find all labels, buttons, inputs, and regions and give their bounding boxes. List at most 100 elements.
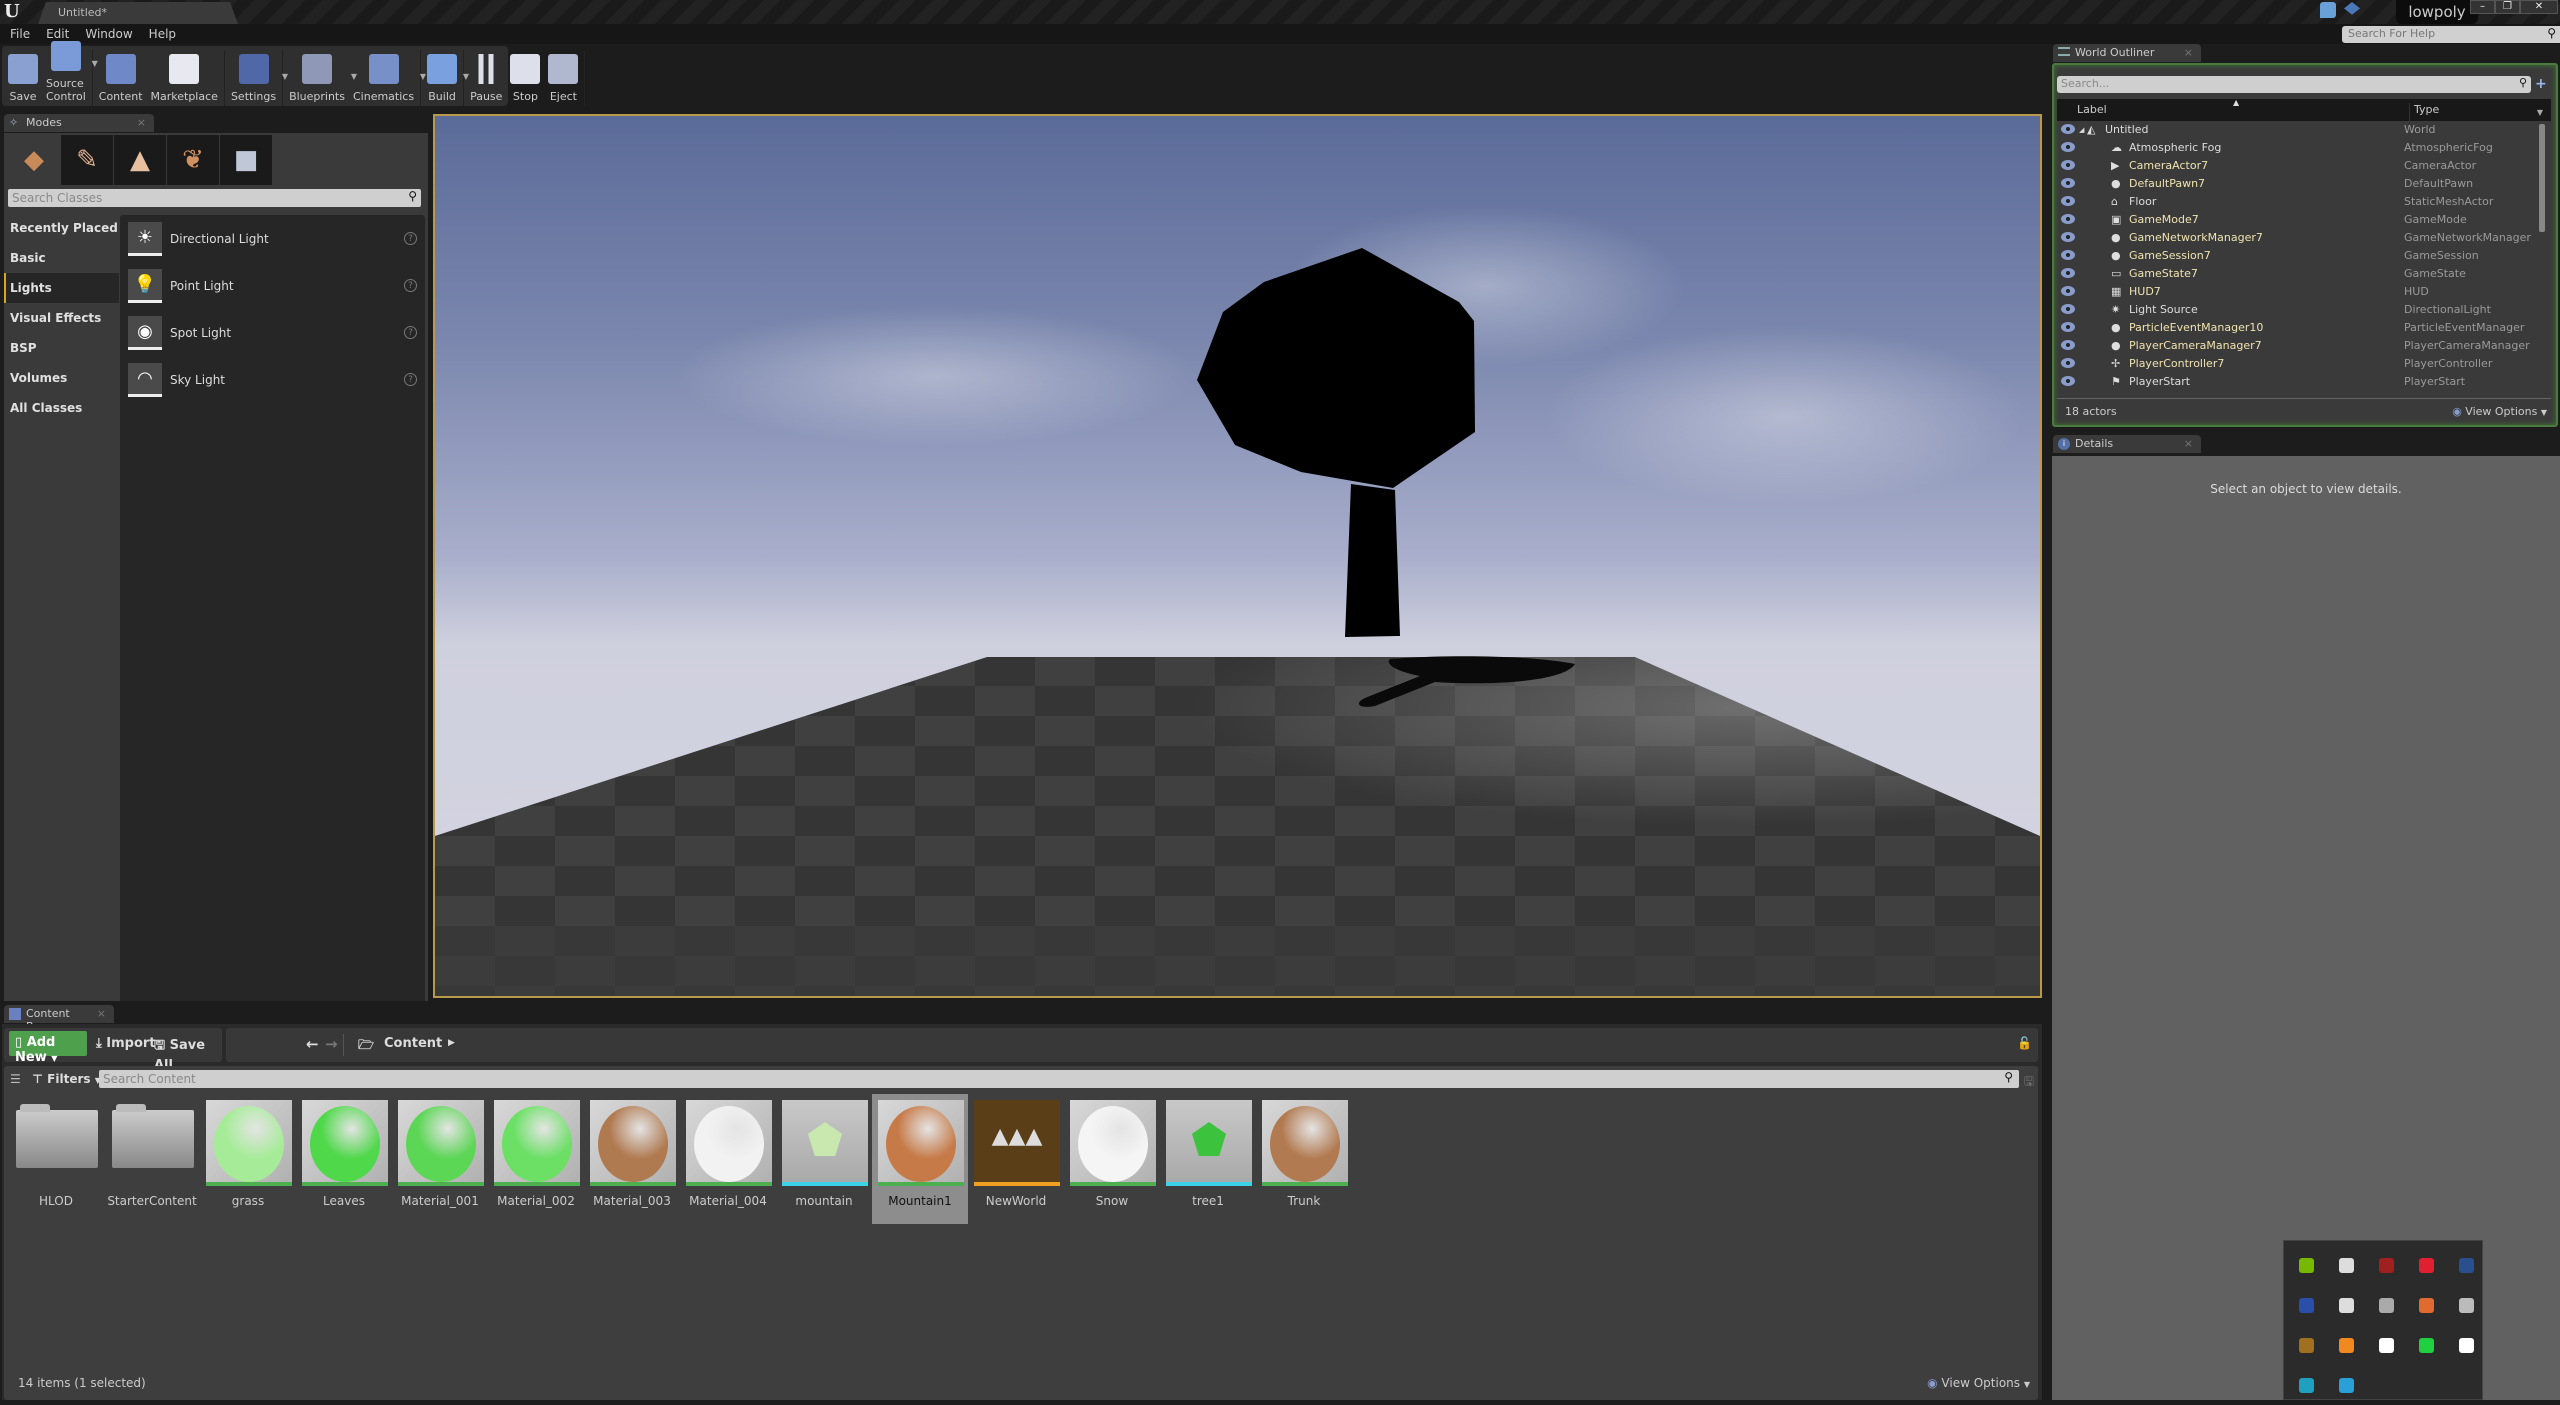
document-tab[interactable]: Untitled* [38, 2, 238, 24]
outliner-row[interactable]: ☁ Atmospheric Fog AtmosphericFog [2057, 139, 2547, 157]
category-lights[interactable]: Lights [4, 273, 119, 303]
tutorial-cap-icon[interactable] [2344, 2, 2360, 15]
help-icon[interactable]: ? [404, 373, 417, 386]
gear-alert-tray-button[interactable] [2446, 1325, 2486, 1365]
class-item[interactable]: 💡 Point Light? [120, 262, 425, 309]
visibility-eye-icon[interactable] [2061, 322, 2075, 332]
asset-tile[interactable]: Material_003 [584, 1094, 680, 1224]
epic-games-tray-button[interactable] [2446, 1285, 2486, 1325]
visibility-eye-icon[interactable] [2061, 124, 2075, 134]
close-icon[interactable]: × [97, 1007, 106, 1020]
content-search-input[interactable]: Search Content ⚲ [99, 1070, 2019, 1088]
category-volumes[interactable]: Volumes [4, 363, 119, 393]
visibility-eye-icon[interactable] [2061, 232, 2075, 242]
asset-tile[interactable]: Material_004 [680, 1094, 776, 1224]
column-label[interactable]: Label [2077, 103, 2107, 116]
marketplace-button[interactable]: Marketplace [147, 54, 222, 106]
visibility-eye-icon[interactable] [2061, 268, 2075, 278]
category-visual-effects[interactable]: Visual Effects [4, 303, 119, 333]
class-item[interactable]: ◉ Spot Light? [120, 309, 425, 356]
visibility-eye-icon[interactable] [2061, 286, 2075, 296]
feedback-chat-icon[interactable] [2320, 2, 2336, 18]
visibility-eye-icon[interactable] [2061, 214, 2075, 224]
settings-button[interactable]: Settings ▼ [227, 54, 288, 106]
outliner-row[interactable]: ● GameNetworkManager7 GameNetworkManager [2057, 229, 2547, 247]
asset-tile[interactable]: tree1 [1160, 1094, 1256, 1224]
path-chevron-icon[interactable]: ▶ [448, 1038, 455, 1048]
back-arrow-icon[interactable]: ← [306, 1035, 319, 1053]
visibility-eye-icon[interactable] [2061, 376, 2075, 386]
world-outliner-tab[interactable]: World Outliner × [2053, 44, 2201, 62]
save-button[interactable]: Save [4, 54, 42, 106]
sublime-tray-button[interactable] [2326, 1325, 2366, 1365]
outliner-row[interactable]: ⚑ PlayerStart PlayerStart [2057, 373, 2547, 391]
stop-button[interactable]: Stop [506, 54, 544, 106]
help-search-input[interactable]: Search For Help ⚲ [2342, 26, 2560, 43]
class-search-input[interactable]: Search Classes ⚲ [8, 189, 421, 207]
add-new-button[interactable]: ▯ Add New ▼ [9, 1031, 87, 1065]
nvidia-tray-button[interactable] [2286, 1245, 2326, 1285]
modes-tab[interactable]: ✧ Modes × [4, 114, 154, 132]
details-tab[interactable]: i Details × [2053, 435, 2201, 453]
category-basic[interactable]: Basic [4, 243, 119, 273]
asset-tile[interactable]: Material_001 [392, 1094, 488, 1224]
asset-tile[interactable]: grass [200, 1094, 296, 1224]
help-icon[interactable]: ? [404, 232, 417, 245]
visibility-eye-icon[interactable] [2061, 250, 2075, 260]
foliage-mode-tab[interactable]: ❦ [167, 135, 219, 185]
asset-tile[interactable]: Trunk [1256, 1094, 1352, 1224]
class-item[interactable]: ◠ Sky Light? [120, 356, 425, 403]
outliner-row[interactable]: ◢ ◭ Untitled World [2057, 121, 2547, 139]
restore-button[interactable]: ❐ [2495, 0, 2520, 14]
visibility-eye-icon[interactable] [2061, 160, 2075, 170]
outliner-row[interactable]: ▭ GameState7 GameState [2057, 265, 2547, 283]
visibility-eye-icon[interactable] [2061, 142, 2075, 152]
outliner-row[interactable]: ▶ CameraActor7 CameraActor [2057, 157, 2547, 175]
help-icon[interactable]: ? [404, 326, 417, 339]
cinematics-button[interactable]: Cinematics ▼ [349, 54, 426, 106]
filters-button[interactable]: ⊤ Filters ▼ [32, 1072, 101, 1086]
geometry-mode-tab[interactable]: ■ [220, 135, 272, 185]
outliner-row[interactable]: ✢ PlayerController7 PlayerController [2057, 355, 2547, 373]
asset-tile[interactable]: Mountain1 [872, 1094, 968, 1224]
green-cloud-tray-button[interactable] [2406, 1325, 2446, 1365]
visibility-eye-icon[interactable] [2061, 304, 2075, 314]
outliner-scrollbar[interactable] [2539, 124, 2545, 232]
minimize-button[interactable]: – [2470, 0, 2495, 14]
outliner-row[interactable]: ● DefaultPawn7 DefaultPawn [2057, 175, 2547, 193]
outliner-view-options-button[interactable]: ◉ View Options ▼ [2452, 405, 2547, 418]
column-dropdown-icon[interactable]: ▼ [2537, 108, 2543, 117]
import-button[interactable]: ⤓ Import [96, 1036, 156, 1051]
menu-edit[interactable]: Edit [36, 27, 75, 41]
close-icon[interactable]: × [2184, 46, 2193, 59]
asset-tile[interactable]: StarterContent [104, 1094, 200, 1224]
class-item[interactable]: ☀ Directional Light? [120, 215, 425, 262]
origin-tray-button[interactable] [2406, 1285, 2446, 1325]
hexagon-ring-tray-button[interactable] [2326, 1365, 2366, 1405]
menu-window[interactable]: Window [75, 27, 138, 41]
sources-panel-toggle-icon[interactable]: ☰ [10, 1072, 21, 1086]
close-button[interactable]: ✕ [2520, 0, 2558, 14]
menu-help[interactable]: Help [139, 27, 182, 41]
menu-file[interactable]: File [0, 27, 36, 41]
close-icon[interactable]: × [137, 116, 146, 129]
category-all-classes[interactable]: All Classes [4, 393, 119, 423]
outliner-row[interactable]: ✷ Light Source DirectionalLight [2057, 301, 2547, 319]
content-button[interactable]: Content [95, 54, 147, 106]
lock-icon[interactable]: 🔓 [2017, 1036, 2032, 1050]
asset-tile[interactable]: HLOD [8, 1094, 104, 1224]
build-button[interactable]: Build ▼ [423, 54, 469, 106]
autodesk-tray-button[interactable] [2286, 1365, 2326, 1405]
asset-tile[interactable]: ▲▲▲ NewWorld [968, 1094, 1064, 1224]
red-blocked-tray-button[interactable] [2406, 1245, 2446, 1285]
asset-tile[interactable]: Material_002 [488, 1094, 584, 1224]
content-view-options-button[interactable]: ◉ View Options ▼ [1927, 1376, 2030, 1390]
visibility-eye-icon[interactable] [2061, 196, 2075, 206]
path-content[interactable]: Content [384, 1036, 442, 1051]
visibility-eye-icon[interactable] [2061, 178, 2075, 188]
blueprints-button[interactable]: Blueprints ▼ [285, 54, 357, 106]
blue-yeti-tray-button[interactable] [2286, 1285, 2326, 1325]
content-browser-tab[interactable]: Content Browser × [4, 1005, 114, 1033]
save-search-icon[interactable]: 🖫 [2024, 1072, 2034, 1093]
place-mode-tab[interactable]: ◆ [8, 135, 60, 185]
